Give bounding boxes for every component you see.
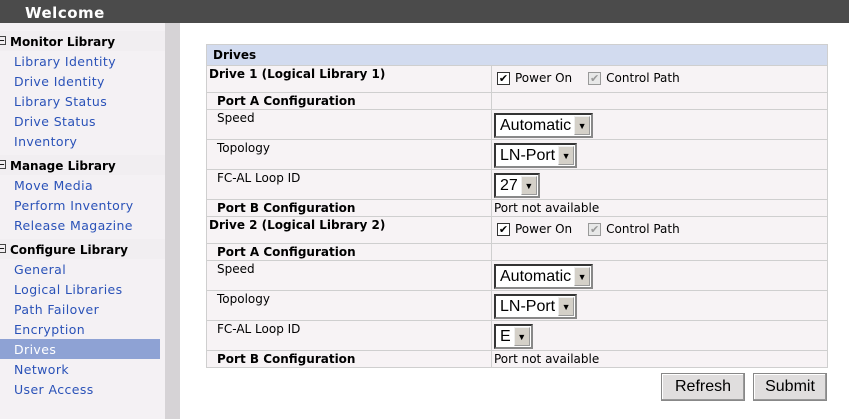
chevron-down-icon: ▼ — [558, 146, 575, 165]
sidebar-item-general[interactable]: General — [0, 259, 165, 279]
speed-select[interactable]: Automatic ▼ — [494, 264, 594, 289]
speed-label: Speed — [206, 260, 492, 291]
chevron-down-icon: ▼ — [520, 176, 537, 195]
minus-box-icon: − — [0, 244, 6, 253]
topology-label: Topology — [206, 290, 492, 321]
drives-table: Drives Drive 1 (Logical Library 1) ✔ Power… — [206, 44, 828, 368]
control-path-checkbox[interactable]: ✔ — [588, 223, 602, 236]
topology-select-value: LN-Port — [500, 146, 556, 164]
page-title: Welcome — [25, 4, 105, 22]
sidebar-section-label: Configure Library — [10, 243, 128, 257]
topology-select[interactable]: LN-Port ▼ — [494, 294, 578, 319]
speed-select-value: Automatic — [500, 116, 572, 134]
chevron-down-icon: ▼ — [558, 297, 575, 316]
power-on-checkbox[interactable]: ✔ — [497, 223, 510, 236]
sidebar-item-path-failover[interactable]: Path Failover — [0, 299, 165, 319]
sidebar-item-move-media[interactable]: Move Media — [0, 175, 165, 195]
control-path-label: Control Path — [606, 222, 680, 236]
sidebar-item-encryption[interactable]: Encryption — [0, 319, 165, 339]
sidebar-item-library-identity[interactable]: Library Identity — [0, 51, 165, 71]
sidebar-item-logical-libraries[interactable]: Logical Libraries — [0, 279, 165, 299]
sidebar-item-drives[interactable]: Drives — [0, 339, 160, 359]
sidebar-item-inventory[interactable]: Inventory — [0, 131, 165, 151]
sidebar-item-release-magazine[interactable]: Release Magazine — [0, 215, 165, 235]
sidebar-divider — [165, 23, 180, 419]
loop-id-select[interactable]: E ▼ — [494, 324, 533, 349]
chevron-down-icon: ▼ — [574, 116, 591, 135]
port-b-heading: Port B Configuration — [206, 199, 492, 217]
sidebar-item-drive-identity[interactable]: Drive Identity — [0, 71, 165, 91]
sidebar-section-label: Monitor Library — [10, 35, 116, 49]
refresh-button[interactable]: Refresh — [661, 373, 745, 401]
sidebar-item-user-access[interactable]: User Access — [0, 379, 165, 399]
topology-select-value: LN-Port — [500, 297, 556, 315]
power-on-label: Power On — [515, 71, 573, 85]
loop-id-label: FC-AL Loop ID — [206, 169, 492, 200]
loop-id-select[interactable]: 27 ▼ — [494, 173, 540, 198]
loop-id-select-value: 27 — [500, 176, 518, 194]
sidebar: − Monitor Library Library Identity Drive Id… — [0, 23, 165, 419]
speed-label: Speed — [206, 109, 492, 140]
sidebar-item-perform-inventory[interactable]: Perform Inventory — [0, 195, 165, 215]
loop-id-select-value: E — [500, 327, 511, 345]
chevron-down-icon: ▼ — [574, 267, 591, 286]
power-on-checkbox[interactable]: ✔ — [497, 72, 510, 85]
drive-name: Drive 1 (Logical Library 1) — [206, 65, 492, 93]
table-title: Drives — [206, 44, 828, 66]
speed-select[interactable]: Automatic ▼ — [494, 113, 594, 138]
header-bar: Welcome — [0, 0, 849, 23]
port-b-status: Port not available — [491, 199, 828, 217]
sidebar-section[interactable]: − Configure Library — [0, 239, 165, 259]
chevron-down-icon: ▼ — [513, 327, 530, 346]
sidebar-section[interactable]: − Monitor Library — [0, 31, 165, 51]
sidebar-item-network[interactable]: Network — [0, 359, 165, 379]
sidebar-item-library-status[interactable]: Library Status — [0, 91, 165, 111]
port-b-heading: Port B Configuration — [206, 350, 492, 368]
port-a-heading: Port A Configuration — [206, 92, 492, 110]
submit-button[interactable]: Submit — [753, 373, 827, 401]
drive-name: Drive 2 (Logical Library 2) — [206, 216, 492, 244]
port-a-heading: Port A Configuration — [206, 243, 492, 261]
port-b-status: Port not available — [491, 350, 828, 368]
topology-select[interactable]: LN-Port ▼ — [494, 143, 578, 168]
loop-id-label: FC-AL Loop ID — [206, 320, 492, 351]
sidebar-section[interactable]: − Manage Library — [0, 155, 165, 175]
power-on-label: Power On — [515, 222, 573, 236]
topology-label: Topology — [206, 139, 492, 170]
control-path-label: Control Path — [606, 71, 680, 85]
minus-box-icon: − — [0, 160, 6, 169]
sidebar-item-drive-status[interactable]: Drive Status — [0, 111, 165, 131]
control-path-checkbox[interactable]: ✔ — [588, 72, 602, 85]
sidebar-section-label: Manage Library — [10, 159, 116, 173]
minus-box-icon: − — [0, 36, 6, 45]
speed-select-value: Automatic — [500, 267, 572, 285]
